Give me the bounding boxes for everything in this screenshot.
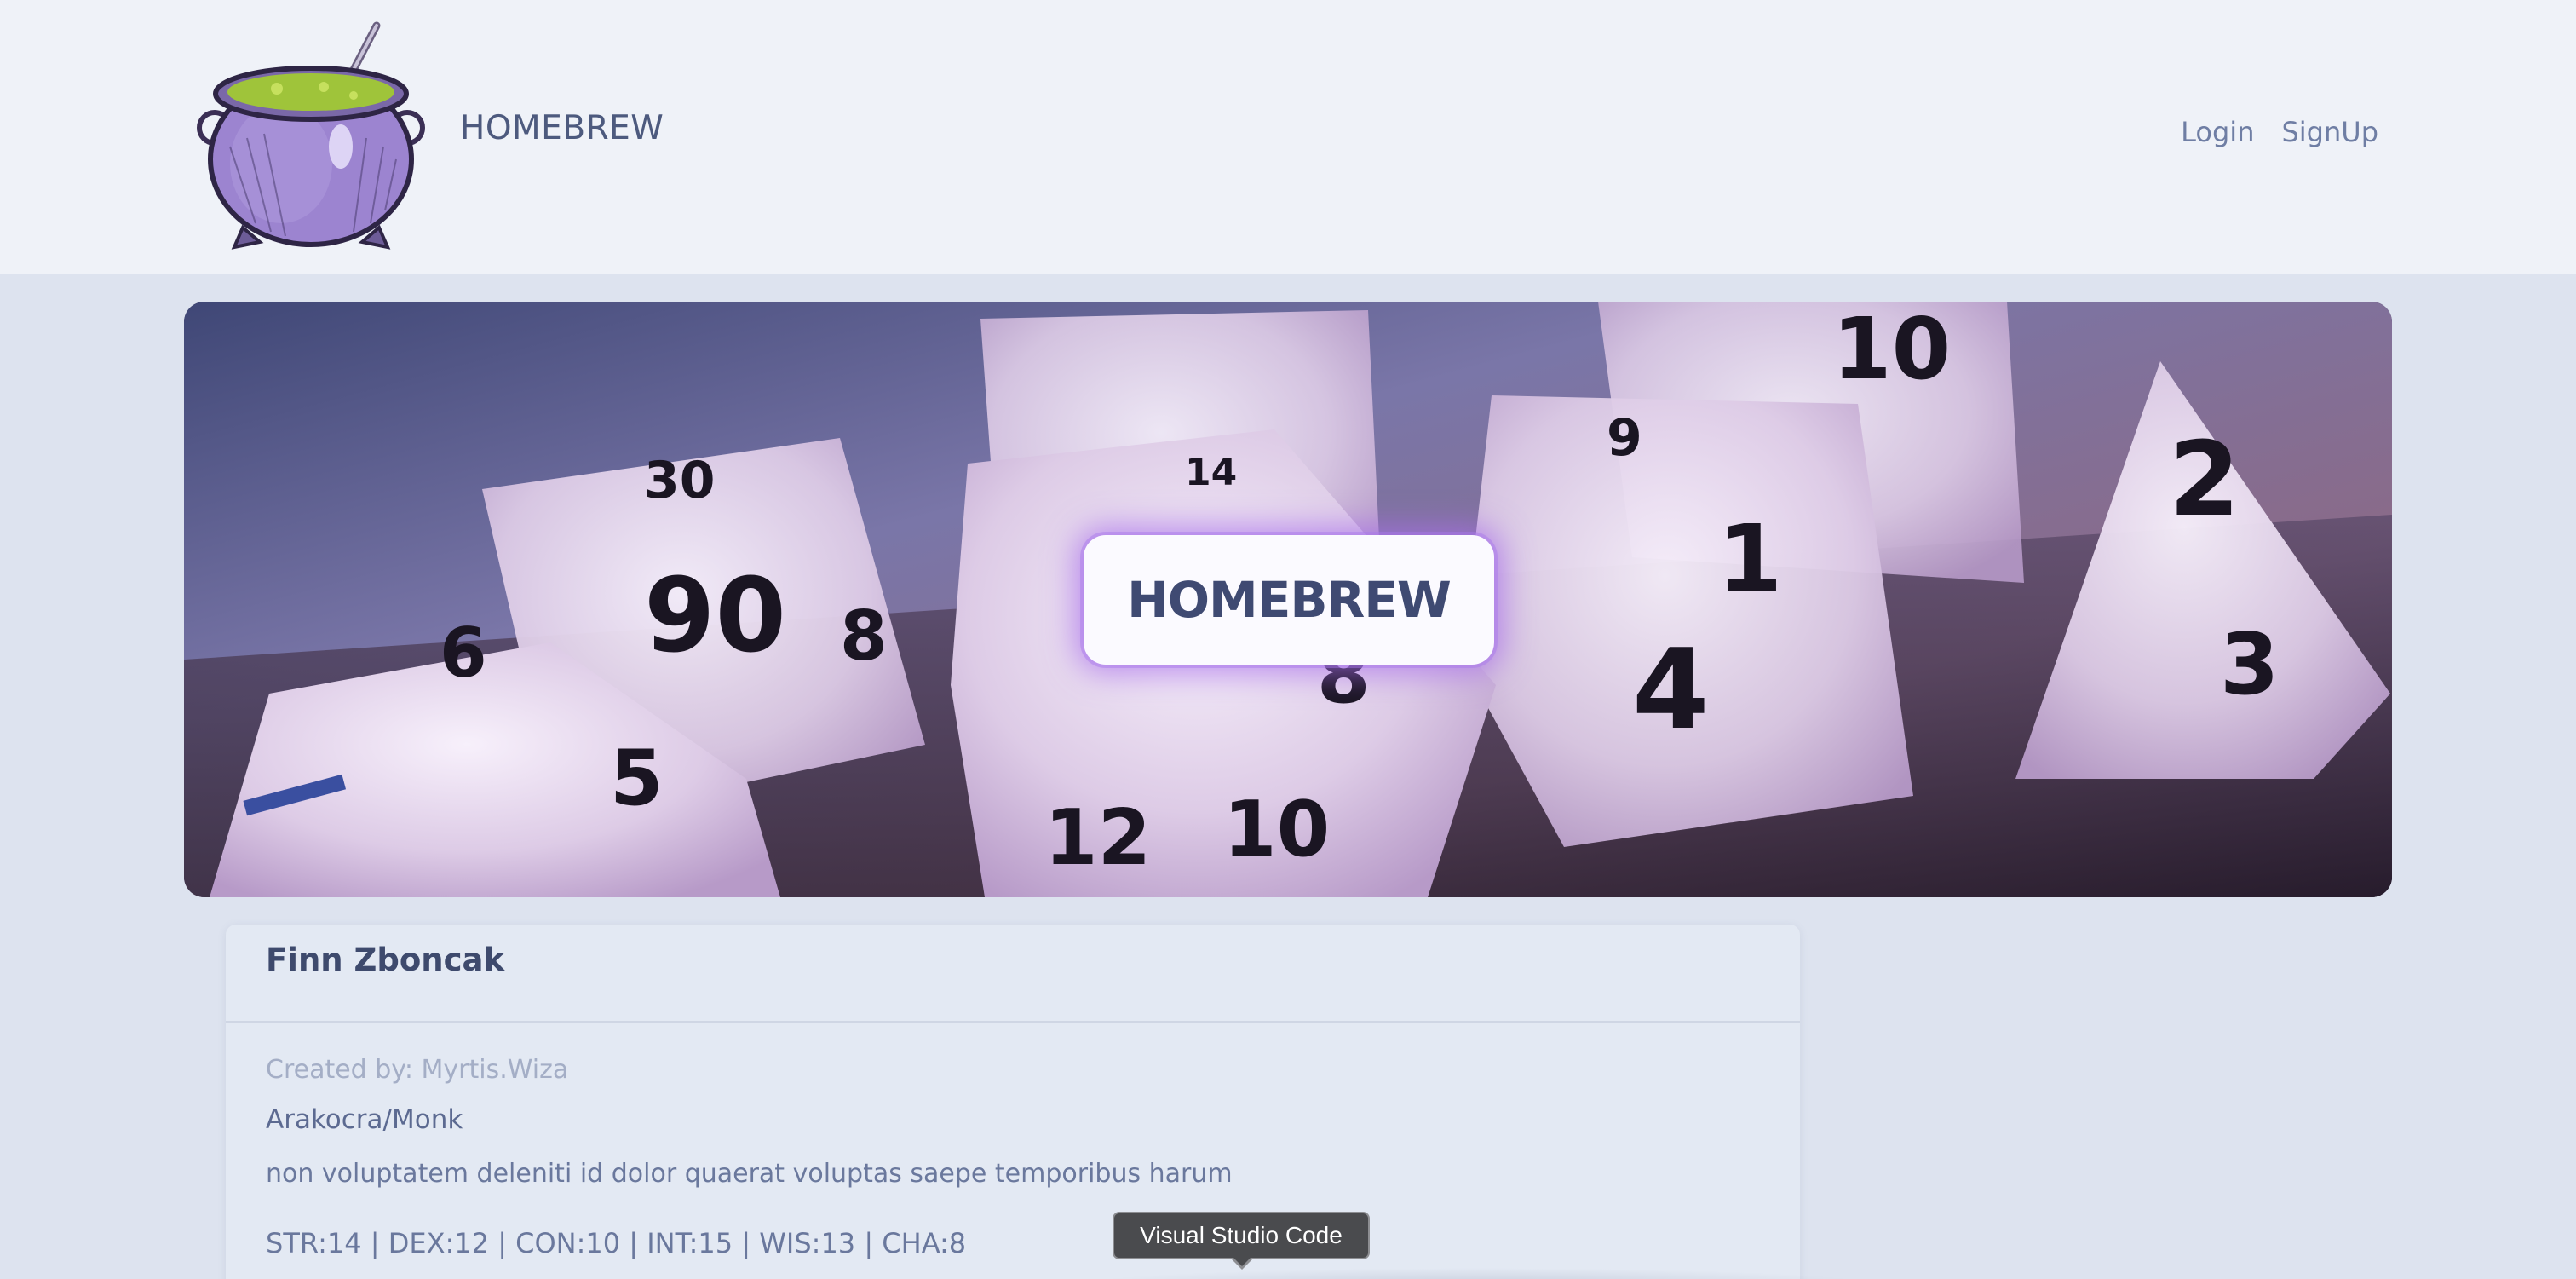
dock-shadow (1073, 1268, 1883, 1279)
svg-text:5: 5 (610, 734, 664, 823)
svg-text:6: 6 (440, 614, 487, 693)
brand-link[interactable]: HOMEBREW (460, 109, 664, 147)
tooltip-text: Visual Studio Code (1140, 1222, 1343, 1248)
hero-banner: 90 30 4 1 9 10 2 3 14 8 10 12 6 5 8 HOME… (184, 302, 2392, 897)
svg-text:1: 1 (1717, 504, 1783, 614)
svg-text:3: 3 (2220, 614, 2280, 714)
hero-title-badge: HOMEBREW (1084, 535, 1494, 665)
character-stats: STR:14 | DEX:12 | CON:10 | INT:15 | WIS:… (266, 1227, 967, 1259)
svg-text:8: 8 (840, 596, 888, 676)
race-class-text: Arakocra/Monk (266, 1104, 463, 1135)
svg-text:30: 30 (644, 451, 716, 510)
svg-text:10: 10 (1832, 302, 1951, 399)
svg-text:14: 14 (1185, 451, 1237, 494)
tooltip-arrow-inner (1233, 1257, 1251, 1266)
svg-text:12: 12 (1044, 793, 1151, 883)
svg-text:9: 9 (1607, 408, 1642, 468)
cauldron-logo-icon[interactable] (196, 19, 426, 251)
svg-text:2: 2 (2169, 421, 2240, 539)
character-card[interactable]: Finn Zboncak Created by: Myrtis.Wiza Ara… (226, 925, 1800, 1279)
dock-tooltip: Visual Studio Code (1113, 1212, 1370, 1259)
nav-links: Login SignUp (2181, 116, 2378, 148)
login-link[interactable]: Login (2181, 116, 2254, 148)
navbar: HOMEBREW Login SignUp (0, 0, 2576, 274)
svg-text:4: 4 (1632, 625, 1709, 754)
hero-title: HOMEBREW (1127, 571, 1452, 629)
signup-link[interactable]: SignUp (2281, 116, 2378, 148)
created-by-text: Created by: Myrtis.Wiza (266, 1055, 569, 1085)
character-description: non voluptatem deleniti id dolor quaerat… (266, 1159, 1233, 1189)
card-header: Finn Zboncak (226, 925, 1800, 1023)
svg-text:10: 10 (1223, 785, 1330, 874)
character-name: Finn Zboncak (266, 942, 505, 978)
svg-text:90: 90 (644, 557, 786, 676)
